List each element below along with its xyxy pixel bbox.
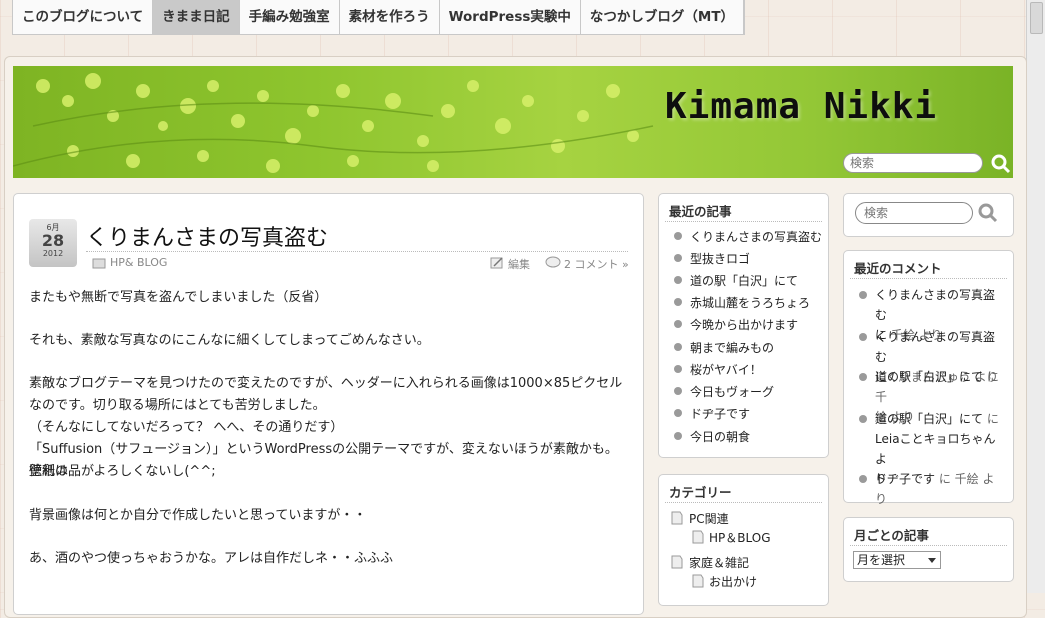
list-bullet — [674, 343, 682, 351]
widget-divider — [665, 221, 822, 222]
comment-post-link[interactable]: くりまんさまの写真盗む — [875, 330, 995, 364]
recent-post-link[interactable]: 道の駅「白沢」にて — [690, 272, 798, 289]
top-navigation: このブログについて きまま日記 手編み勉強室 素材を作ろう WordPress実… — [12, 0, 746, 35]
date-badge: 6月 28 2012 — [29, 219, 77, 267]
comment-connector: に — [983, 412, 999, 426]
widget-title: 最近のコメント — [854, 261, 942, 276]
search-icon[interactable] — [978, 203, 998, 223]
date-day: 28 — [41, 231, 65, 250]
recent-post-link[interactable]: 桜がヤバイ！ — [690, 361, 762, 378]
list-bullet — [859, 333, 867, 341]
list-bullet — [674, 298, 682, 306]
post-paragraph: 壁紙は品がよろしくないし(^^; — [29, 464, 216, 479]
post-paragraph: （そんなにしてないだろって？ へへ、その通りだす） — [29, 420, 344, 435]
list-bullet — [674, 365, 682, 373]
site-title[interactable]: Kimama Nikki — [665, 86, 937, 127]
month-select[interactable]: 月を選択 — [853, 551, 941, 569]
comment-post-link[interactable]: くりまんさまの写真盗む — [875, 288, 995, 322]
list-bullet — [674, 387, 682, 395]
comment-post-link[interactable]: ドヂ子です — [875, 472, 935, 486]
category-link[interactable]: 家庭＆雑記 — [689, 554, 749, 571]
recent-post-link[interactable]: 今日の朝食 — [690, 428, 750, 445]
nav-tab-knitting[interactable]: 手編み勉強室 — [240, 0, 340, 34]
category-link[interactable]: お出かけ — [709, 573, 757, 590]
category-link[interactable]: PC関連 — [689, 510, 729, 527]
list-bullet — [674, 432, 682, 440]
nav-tab-old-blog[interactable]: なつかしブログ（MT） — [581, 0, 745, 34]
month-select-value: 月を選択 — [857, 553, 906, 567]
widget-title: カテゴリー — [669, 485, 732, 500]
list-bullet — [674, 276, 682, 284]
post-paragraph: なのです。切り取る場所にはとても苦労しました。 — [29, 398, 326, 413]
recent-post-link[interactable]: 型抜きロゴ — [690, 250, 750, 267]
recent-post-link[interactable]: 朝まで編みもの — [690, 339, 774, 356]
page-icon — [671, 511, 683, 525]
list-bullet — [674, 254, 682, 262]
nav-tab-materials[interactable]: 素材を作ろう — [340, 0, 440, 34]
recent-comment: ドヂ子です に 千絵 より — [875, 469, 1005, 509]
post-paragraph: それも、素敵な写真なのにこんなに細くしてしまってごめんなさい。 — [29, 333, 430, 348]
folder-icon — [92, 258, 106, 269]
post-paragraph: 背景画像は何とか自分で作成したいと思っていますが・・ — [29, 508, 367, 523]
sidebar-search-input[interactable] — [855, 202, 973, 224]
archives-widget: 月ごとの記事 — [843, 517, 1014, 582]
date-year: 2012 — [42, 249, 64, 258]
list-bullet — [859, 475, 867, 483]
scrollbar-thumb[interactable] — [1030, 2, 1043, 34]
nav-tab-kimama-nikki[interactable]: きまま日記 — [153, 0, 240, 34]
list-bullet — [859, 291, 867, 299]
list-bullet — [859, 415, 867, 423]
page-icon — [671, 555, 683, 569]
page-icon — [692, 530, 704, 544]
header-search-input[interactable] — [843, 153, 983, 173]
recent-post-link[interactable]: くりまんさまの写真盗む — [690, 228, 822, 245]
post-paragraph: またもや無断で写真を盗んでしまいました（反省） — [29, 290, 328, 305]
recent-post-link[interactable]: 赤城山麓をうろちょろ — [690, 294, 810, 311]
comment-post-link[interactable]: 道の駅「白沢」にて — [875, 412, 983, 426]
header-banner: Kimama Nikki — [13, 66, 1013, 178]
window-scrollbar[interactable] — [1026, 0, 1045, 593]
widget-divider — [850, 545, 1007, 546]
widget-title: 月ごとの記事 — [854, 528, 929, 543]
comment-author[interactable]: Leiaことキョロちゃん よ — [875, 432, 996, 466]
edit-icon — [490, 257, 503, 269]
comment-post-link[interactable]: 道の駅「白沢」にて — [875, 370, 983, 384]
nav-tab-wordpress[interactable]: WordPress実験中 — [440, 0, 581, 34]
search-icon[interactable] — [991, 154, 1011, 174]
comments-link[interactable]: 2 コメント » — [564, 256, 629, 272]
post-paragraph: あ、酒のやつ使っちゃおうかな。アレは自作だしネ・・ふふふ — [29, 551, 394, 566]
widget-divider — [665, 502, 822, 503]
recent-post-link[interactable]: ドヂ子です — [690, 405, 750, 422]
nav-tab-about[interactable]: このブログについて — [13, 0, 154, 34]
list-bullet — [674, 320, 682, 328]
comment-icon — [545, 256, 561, 268]
post-title[interactable]: くりまんさまの写真盗む — [86, 220, 328, 252]
post-category-link[interactable]: HP& BLOG — [110, 256, 167, 269]
category-link[interactable]: HP＆BLOG — [709, 529, 771, 546]
chevron-down-icon — [928, 558, 936, 563]
widget-divider — [850, 278, 1007, 279]
list-bullet — [859, 373, 867, 381]
recent-post-link[interactable]: 今日もヴォーグ — [690, 383, 774, 400]
edit-link[interactable]: 編集 — [508, 256, 530, 272]
list-bullet — [674, 409, 682, 417]
page-icon — [692, 574, 704, 588]
post-paragraph: 素敵なブログテーマを見つけたので変えたのですが、ヘッダーに入れられる画像は100… — [29, 376, 623, 391]
recent-post-link[interactable]: 今晩から出かけます — [690, 316, 798, 333]
title-divider — [86, 251, 628, 252]
list-bullet — [674, 232, 682, 240]
widget-title: 最近の記事 — [669, 204, 732, 219]
